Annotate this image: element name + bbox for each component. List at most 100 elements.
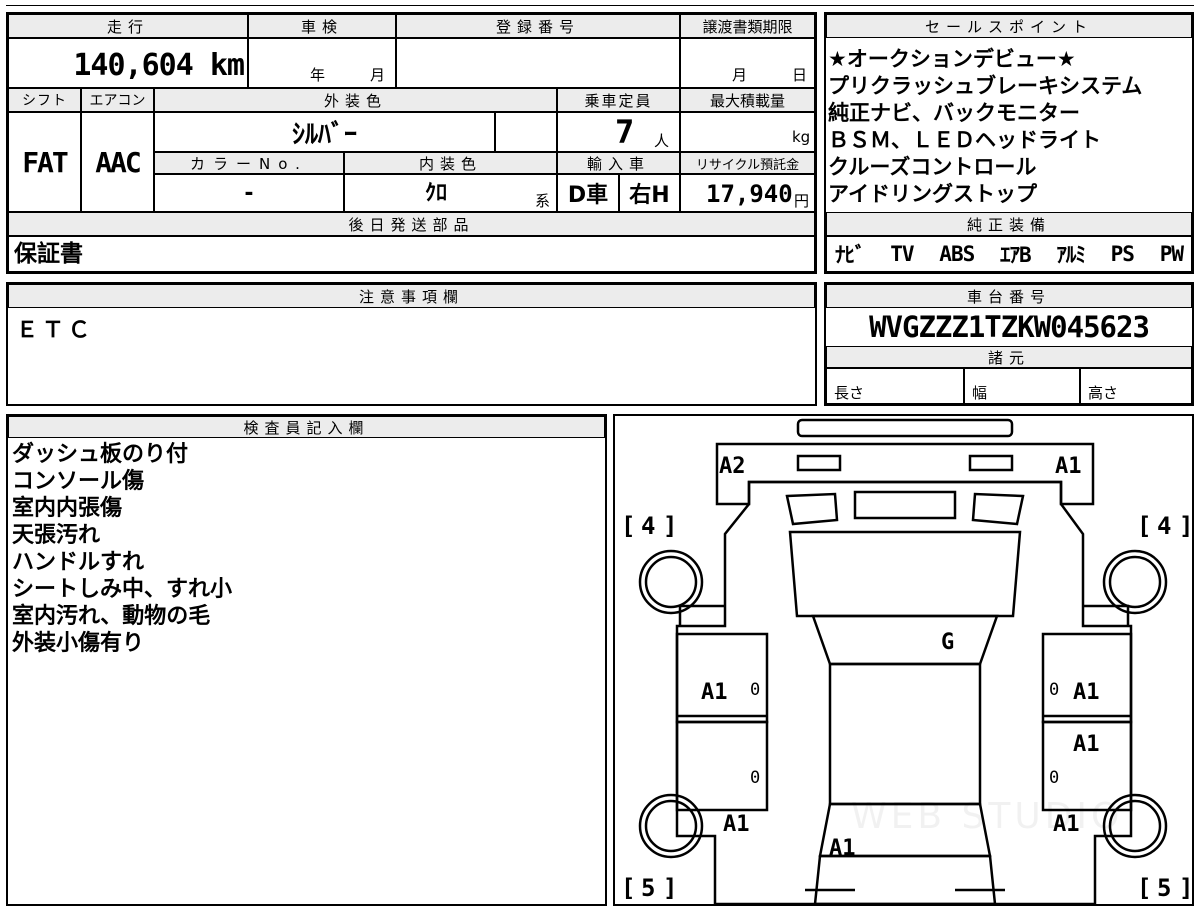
inspector-line: シートしみ中、すれ小 [12,577,233,602]
interior-value: ｸﾛ [425,181,448,206]
zero-right-front: 0 [1049,680,1060,700]
wheel-front-right-inner [1108,555,1162,609]
steering-value: 右H [629,183,670,208]
inspector-line: 室内汚れ、動物の毛 [12,604,211,629]
roof-panel [811,614,999,666]
interior-suffix: 系 [535,192,551,210]
import-header: 輸入車 [557,152,680,174]
inspector-line: ハンドルすれ [12,550,145,575]
chassis-value: WVGZZZ1TZKW045623 [869,310,1150,344]
damage-roof: G [941,630,955,655]
mileage-value: 140,604 km [73,48,245,83]
color-no-value: - [244,180,254,206]
top-strip [6,0,1194,6]
capacity-header: 乗車定員 [557,88,680,112]
aircon-header: エアコン [81,88,154,112]
inspector-line: 天張汚れ [12,523,101,548]
registration-cell [396,38,680,88]
import-value: D車 [567,183,609,208]
damage-left-front-door: A1 [701,680,728,705]
later-parts-header: 後日発送部品 [8,212,815,236]
specs-height: 高さ [1088,384,1119,402]
later-parts-value: 保証書 [14,241,83,267]
specs-width: 幅 [972,384,988,402]
zero-right-rear: 0 [1049,768,1060,788]
headlight-right [968,454,1014,472]
specs-header: 諸元 [826,346,1192,368]
transfer-deadline-header: 譲渡書類期限 [680,14,815,38]
bracket-rear-left-open: [ [621,874,636,902]
maxload-unit: kg [792,128,811,146]
equipment-row: ﾅﾋﾞ TV ABS ｴｱB ｱﾙﾐ PS PW [826,236,1192,272]
tailgate [813,854,997,904]
equipment-item: PS [1110,242,1135,266]
sales-line: プリクラッシュブレーキシステム [828,74,1143,98]
front-bumper [796,418,1014,438]
recycle-unit: 円 [794,192,810,210]
inspector-line: コンソール傷 [12,469,145,494]
import-cell: D車 [557,174,619,212]
exterior-sub-cell [495,112,557,152]
capacity-value: 7 [615,113,635,151]
zero-left-rear: 0 [750,768,761,788]
transfer-day: 日 [792,66,808,84]
shift-header: シフト [8,88,81,112]
damage-rear: A1 [829,836,856,861]
watermark: WEB STUDIO [851,796,1124,837]
inspection-header: 車検 [248,14,396,38]
equipment-item: ABS [939,242,975,266]
exterior-value: ｼﾙﾊﾞｰ [291,119,357,150]
left-rear-door [675,720,769,812]
aircon-cell: AAC [81,112,154,212]
sales-header: セールスポイント [826,14,1192,38]
inspector-lines: ダッシュ板のり付 コンソール傷 室内内張傷 天張汚れ ハンドルすれ シートしみ中… [12,441,602,657]
exterior-header: 外装色 [154,88,557,112]
notice-value: ＥＴＣ [16,318,95,343]
bracket-rear-left-close: ] [663,874,678,902]
sales-line: アイドリングストップ [828,182,1037,206]
shift-value: FAT [22,145,69,179]
windshield [788,530,1022,618]
hood-center [853,490,957,520]
shift-cell: FAT [8,112,81,212]
inspector-header: 検査員記入欄 [8,416,605,438]
inspection-month: 月 [370,66,386,84]
exterior-cell: ｼﾙﾊﾞｰ [154,112,495,152]
sales-line: ★オークションデビュー★ [828,47,1076,71]
steering-cell: 右H [619,174,680,212]
bracket-front-right-open: [ [1137,512,1152,540]
equipment-header: 純正装備 [826,212,1192,236]
headlight-left [796,454,842,472]
body-outline [675,480,1133,904]
wheel-rear-left [638,793,704,859]
recycle-value: 17,940 [706,180,793,208]
tire-front-right: 4 [1157,512,1172,540]
transfer-month: 月 [732,66,748,84]
wheel-front-left [638,549,704,615]
specs-length: 長さ [834,384,865,402]
maxload-header: 最大積載量 [680,88,815,112]
bracket-front-left-open: [ [621,512,636,540]
inspector-line: 外装小傷有り [12,631,145,656]
equipment-item: PW [1159,242,1184,266]
hood-left [785,492,839,526]
wheel-front-left-inner [644,555,698,609]
equipment-item: ｴｱB [999,243,1032,267]
capacity-unit: 人 [654,132,670,150]
hood-right [971,492,1025,526]
sales-line: ＢＳＭ、ＬＥＤヘッドライト [828,128,1101,152]
chassis-header: 車台番号 [826,284,1192,308]
later-parts-cell [8,236,815,272]
zero-left-front: 0 [750,680,761,700]
damage-front-right: A1 [1055,454,1082,479]
right-front-door [1041,632,1133,724]
equipment-item: ｱﾙﾐ [1056,243,1085,267]
car-diagram: [ 4 ] [ 4 ] [ 5 ] [ 5 ] A2 A1 G A1 0 0 A… [613,414,1194,906]
damage-front-left: A2 [719,454,746,479]
notice-header: 注意事項欄 [8,284,815,308]
bracket-rear-right-open: [ [1137,874,1152,902]
registration-header: 登録番号 [396,14,680,38]
interior-header: 内装色 [344,152,557,174]
damage-left-rear-quarter: A1 [723,812,750,837]
chassis-cell: WVGZZZ1TZKW045623 [826,308,1192,346]
